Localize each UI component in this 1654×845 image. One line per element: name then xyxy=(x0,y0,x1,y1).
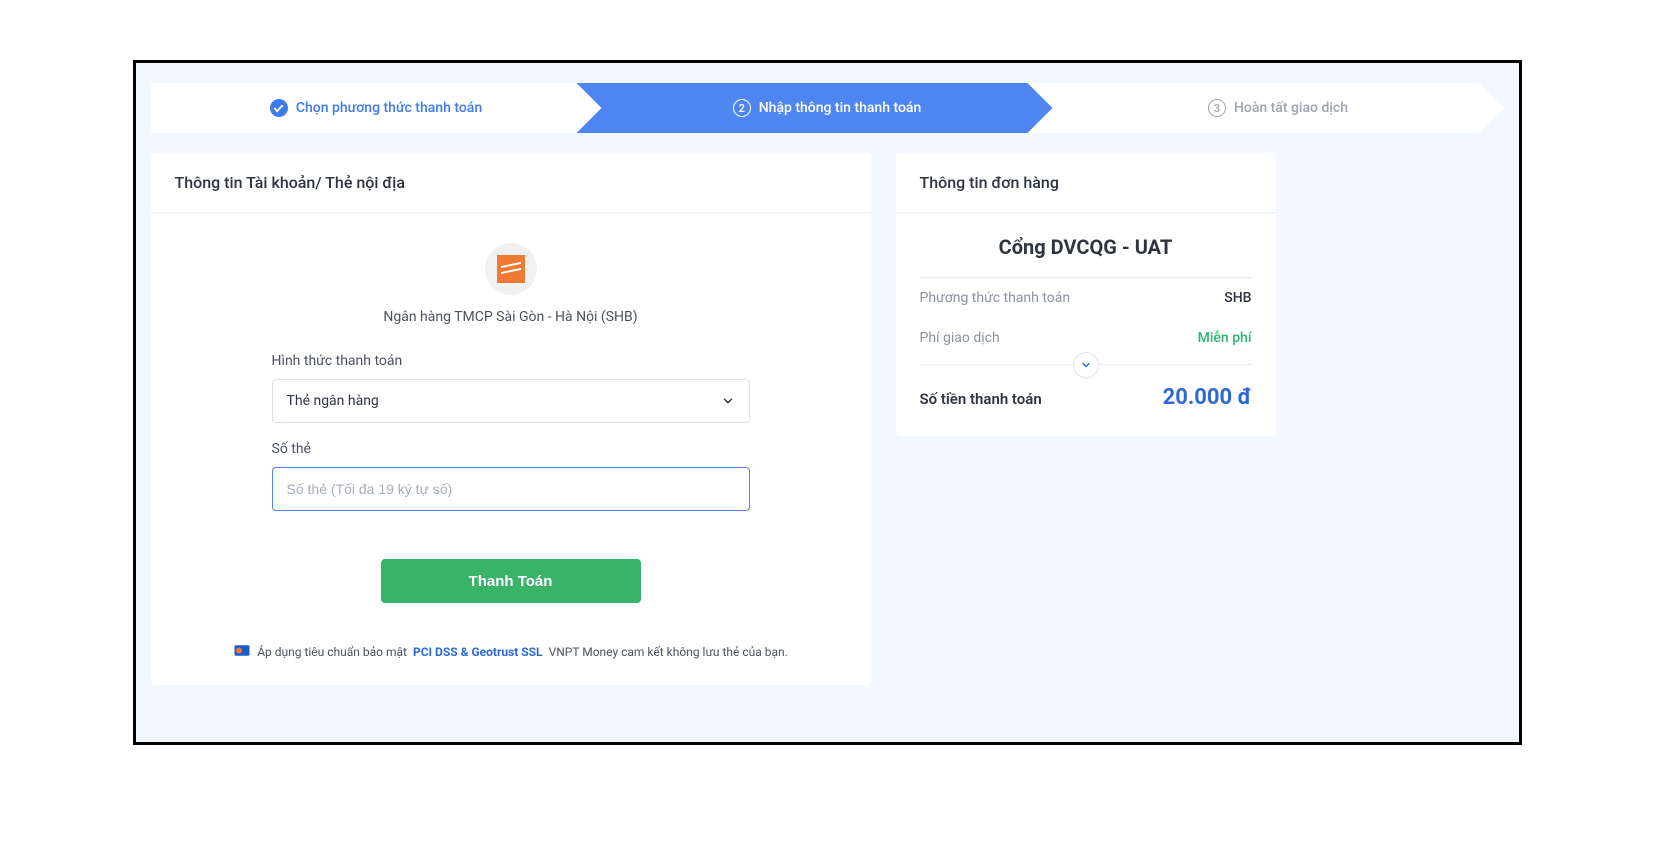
card-order-info: Thông tin đơn hàng Cổng DVCQG - UAT Phươ… xyxy=(896,153,1276,436)
payment-method-select[interactable]: Thẻ ngân hàng xyxy=(272,379,750,423)
expand-separator xyxy=(920,364,1252,365)
row-method: Phương thức thanh toán SHB xyxy=(896,278,1276,318)
security-post: VNPT Money cam kết không lưu thẻ của bạn… xyxy=(549,645,788,659)
step-3-pending: 3 Hoàn tất giao dịch xyxy=(1028,83,1504,133)
bank-logo-wrap xyxy=(485,243,537,295)
card-left-title: Thông tin Tài khoản/ Thẻ nội địa xyxy=(151,153,871,213)
chevron-down-icon xyxy=(721,394,735,408)
chevron-down-icon xyxy=(1080,359,1092,371)
form-area: Hình thức thanh toán Thẻ ngân hàng Số th… xyxy=(272,353,750,511)
method-key: Phương thức thanh toán xyxy=(920,290,1071,306)
stepper: Chọn phương thức thanh toán 2 Nhập thông… xyxy=(151,83,1504,133)
method-label: Hình thức thanh toán xyxy=(272,353,750,369)
payment-method-value: Thẻ ngân hàng xyxy=(287,393,379,409)
fee-key: Phí giao dịch xyxy=(920,330,1000,346)
card-account-info: Thông tin Tài khoản/ Thẻ nội địa Ngân hà… xyxy=(151,153,871,685)
step-2-label: Nhập thông tin thanh toán xyxy=(759,100,922,116)
shield-icon xyxy=(233,643,251,661)
step-2-active: 2 Nhập thông tin thanh toán xyxy=(577,83,1053,133)
security-pci: PCI DSS & Geotrust SSL xyxy=(413,645,543,659)
card-left-body: Ngân hàng TMCP Sài Gòn - Hà Nội (SHB) Hì… xyxy=(151,213,871,685)
step-1-label: Chọn phương thức thanh toán xyxy=(296,100,482,116)
card-number-input[interactable] xyxy=(272,467,750,511)
cardnum-label: Số thẻ xyxy=(272,441,750,457)
row-total: Số tiền thanh toán 20.000 đ xyxy=(896,375,1276,436)
step-2-number: 2 xyxy=(733,99,751,117)
card-right-title: Thông tin đơn hàng xyxy=(896,153,1276,213)
pay-button[interactable]: Thanh Toán xyxy=(381,559,641,603)
total-value: 20.000 đ xyxy=(1163,385,1252,410)
step-3-label: Hoàn tất giao dịch xyxy=(1234,100,1348,116)
expand-button[interactable] xyxy=(1073,352,1099,378)
content-row: Thông tin Tài khoản/ Thẻ nội địa Ngân hà… xyxy=(146,153,1509,685)
total-key: Số tiền thanh toán xyxy=(920,390,1042,408)
check-icon xyxy=(270,99,288,117)
fee-value: Miễn phí xyxy=(1198,330,1252,346)
merchant-name: Cổng DVCQG - UAT xyxy=(896,213,1276,277)
bank-logo-icon xyxy=(497,255,525,283)
security-note: Áp dụng tiêu chuẩn bảo mật PCI DSS & Geo… xyxy=(175,643,847,661)
method-value: SHB xyxy=(1224,290,1251,306)
step-3-number: 3 xyxy=(1208,99,1226,117)
bank-name: Ngân hàng TMCP Sài Gòn - Hà Nội (SHB) xyxy=(175,309,847,325)
payment-panel: Chọn phương thức thanh toán 2 Nhập thông… xyxy=(133,60,1522,745)
step-1-completed: Chọn phương thức thanh toán xyxy=(151,83,602,133)
security-pre: Áp dụng tiêu chuẩn bảo mật xyxy=(257,645,407,659)
